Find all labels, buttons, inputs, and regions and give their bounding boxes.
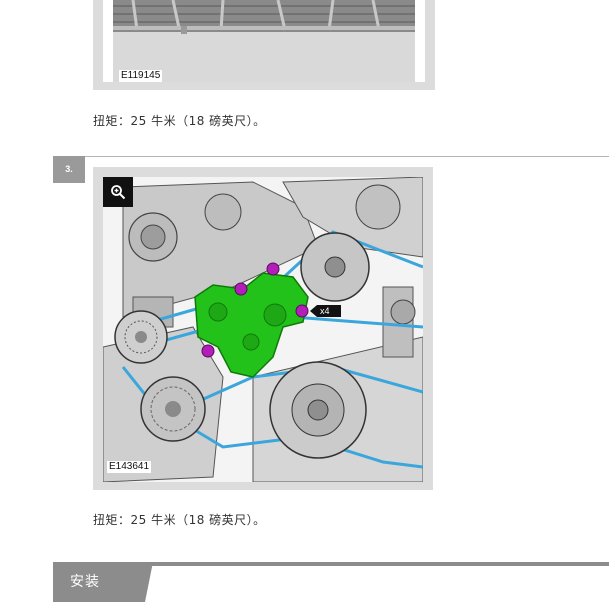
section-title: 安装: [70, 574, 100, 590]
figure-1-frame: E119145: [93, 0, 435, 90]
torque-note-1: 扭矩：25 牛米（18 磅英尺）。: [93, 114, 266, 128]
step-divider: [85, 156, 609, 157]
engine-illustration-main: [103, 177, 423, 482]
magnify-plus-icon: [111, 185, 126, 200]
step-number-badge: 3.: [53, 156, 85, 183]
figure-1-code: E119145: [119, 70, 163, 82]
figure-2-frame: x4 E143641: [93, 167, 433, 490]
callout-quantity: x4: [320, 306, 330, 316]
torque-note-2: 扭矩：25 牛米（18 磅英尺）。: [93, 513, 266, 527]
zoom-button[interactable]: [103, 177, 133, 207]
figure-1-image: E119145: [103, 0, 425, 82]
figure-2-image: x4 E143641: [103, 177, 423, 482]
figure-2-code: E143641: [107, 461, 152, 473]
section-header-install: 安装: [53, 562, 609, 606]
